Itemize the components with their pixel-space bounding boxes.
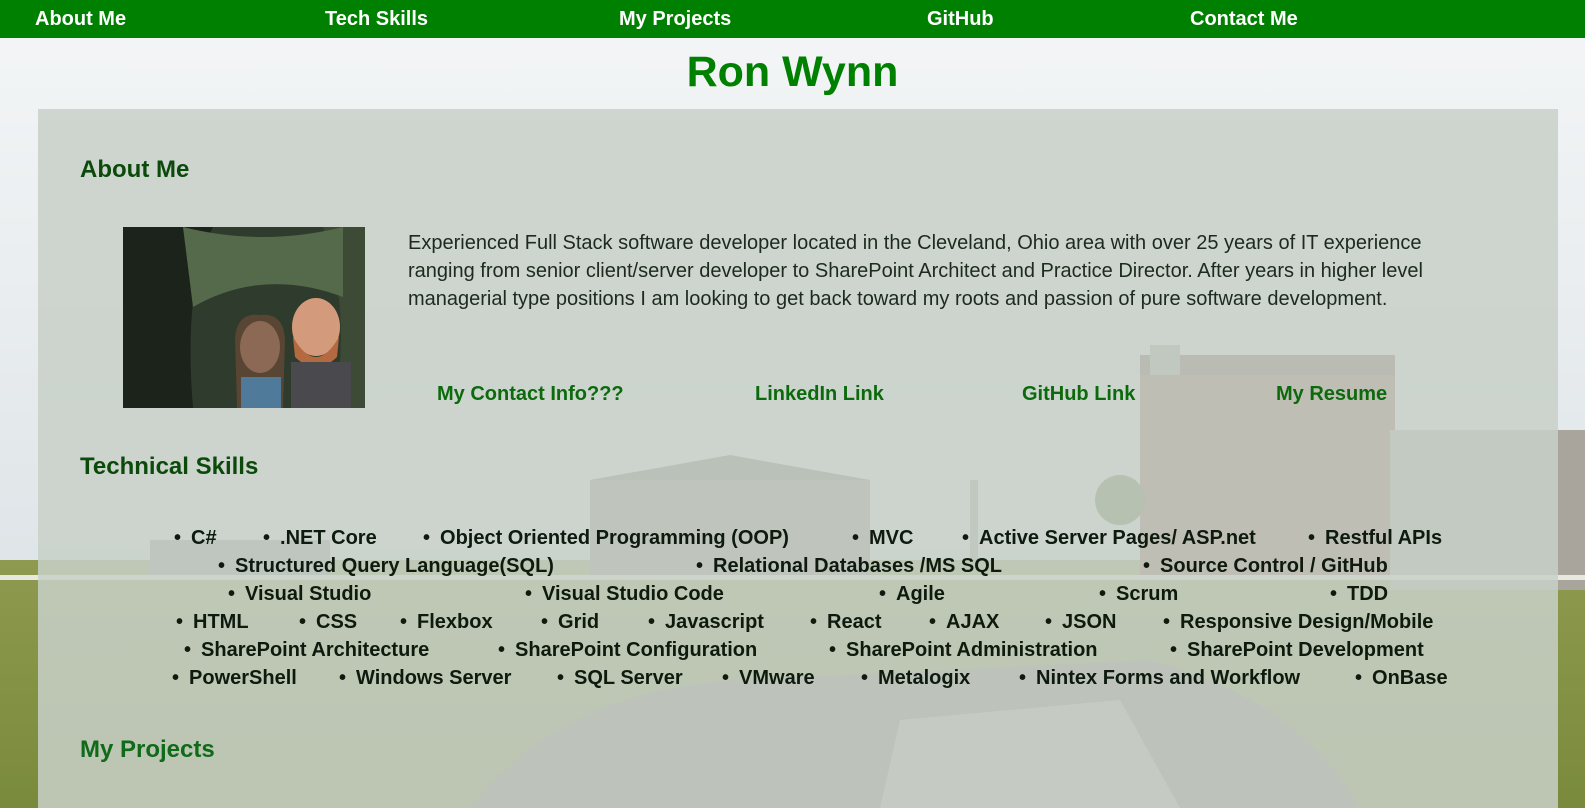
skill-item: C# <box>174 527 217 550</box>
about-bio-text: Experienced Full Stack software develope… <box>408 232 1423 310</box>
skill-item: SharePoint Configuration <box>498 639 757 662</box>
skill-item: OnBase <box>1355 667 1448 690</box>
skill-item: Responsive Design/Mobile <box>1163 611 1433 634</box>
skill-item: React <box>810 611 881 634</box>
skill-item: SharePoint Administration <box>829 639 1098 662</box>
nav-github[interactable]: GitHub <box>927 8 994 31</box>
skills-row: Structured Query Language(SQL) Relationa… <box>160 555 1480 583</box>
skill-item: SharePoint Architecture <box>184 639 429 662</box>
skill-item: Active Server Pages/ ASP.net <box>962 527 1256 550</box>
profile-photo <box>123 227 365 408</box>
skills-row: Visual Studio Visual Studio Code Agile S… <box>160 583 1480 611</box>
skills-list: C# .NET Core Object Oriented Programming… <box>160 527 1480 695</box>
content-panel <box>38 109 1558 808</box>
about-heading: About Me <box>80 156 190 183</box>
skill-item: Grid <box>541 611 599 634</box>
my-projects-heading: My Projects <box>80 736 215 763</box>
page-title: Ron Wynn <box>686 48 899 96</box>
skill-item: Agile <box>879 583 945 606</box>
skill-item: Restful APIs <box>1308 527 1442 550</box>
skill-item: Visual Studio Code <box>525 583 724 606</box>
nav-about-me[interactable]: About Me <box>35 8 126 31</box>
top-navbar: About Me Tech Skills My Projects GitHub … <box>0 0 1585 38</box>
skill-item: Nintex Forms and Workflow <box>1019 667 1300 690</box>
nav-tech-skills[interactable]: Tech Skills <box>325 8 428 31</box>
skill-item: SQL Server <box>557 667 683 690</box>
skill-item: TDD <box>1330 583 1388 606</box>
skill-item: VMware <box>722 667 815 690</box>
skill-item: Windows Server <box>339 667 511 690</box>
skill-item: Structured Query Language(SQL) <box>218 555 554 578</box>
skill-item: CSS <box>299 611 357 634</box>
skill-item: HTML <box>176 611 249 634</box>
skill-item: JSON <box>1045 611 1116 634</box>
skill-item: Relational Databases /MS SQL <box>696 555 1002 578</box>
skill-item: PowerShell <box>172 667 297 690</box>
skill-item: Metalogix <box>861 667 970 690</box>
skill-item: Flexbox <box>400 611 493 634</box>
skills-row: C# .NET Core Object Oriented Programming… <box>160 527 1480 555</box>
technical-skills-heading: Technical Skills <box>80 453 259 480</box>
nav-contact-me[interactable]: Contact Me <box>1190 8 1298 31</box>
skill-item: Visual Studio <box>228 583 371 606</box>
skill-item: MVC <box>852 527 913 550</box>
skill-item: Source Control / GitHub <box>1143 555 1388 578</box>
skills-row: SharePoint Architecture SharePoint Confi… <box>160 639 1480 667</box>
skill-item: Object Oriented Programming (OOP) <box>423 527 789 550</box>
skill-item: .NET Core <box>263 527 377 550</box>
skill-item: SharePoint Development <box>1170 639 1424 662</box>
skill-item: AJAX <box>929 611 999 634</box>
contact-info-link[interactable]: My Contact Info??? <box>437 383 624 406</box>
linkedin-link[interactable]: LinkedIn Link <box>755 383 884 406</box>
nav-my-projects[interactable]: My Projects <box>619 8 731 31</box>
resume-link[interactable]: My Resume <box>1276 383 1387 406</box>
skills-row: PowerShell Windows Server SQL Server VMw… <box>160 667 1480 695</box>
skill-item: Scrum <box>1099 583 1178 606</box>
skill-item: Javascript <box>648 611 764 634</box>
profile-photo-image <box>123 227 365 408</box>
github-link[interactable]: GitHub Link <box>1022 383 1135 406</box>
skills-row: HTML CSS Flexbox Grid Javascript React A… <box>160 611 1480 639</box>
